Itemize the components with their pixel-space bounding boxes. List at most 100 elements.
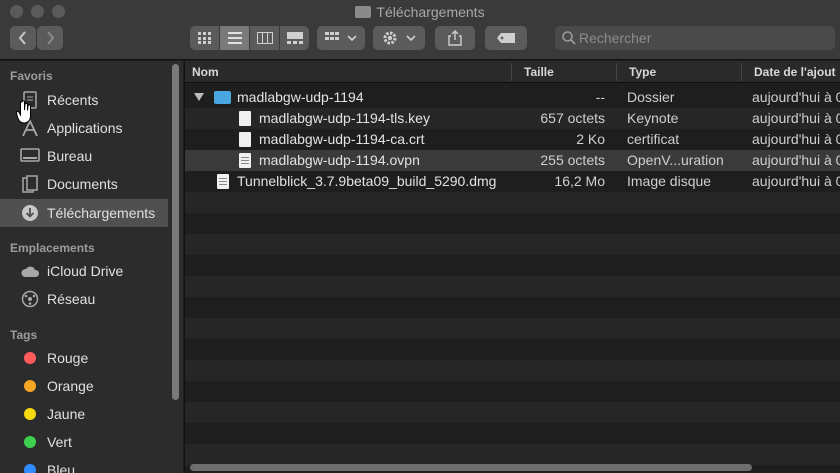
sidebar-item-label: Bureau bbox=[47, 148, 93, 164]
column-header-name[interactable]: Nom bbox=[192, 65, 219, 79]
file-row[interactable]: madlabgw-udp-1194-tls.key 657 octets Key… bbox=[185, 108, 840, 129]
sidebar-item-downloads[interactable]: Téléchargements bbox=[0, 199, 168, 227]
file-kind: Image disque bbox=[627, 173, 712, 189]
sidebar-item-label: Applications bbox=[47, 120, 123, 136]
chevron-left-icon bbox=[18, 31, 26, 45]
document-icon bbox=[239, 110, 251, 126]
file-name: Tunnelblick_3.7.9beta09_build_5290.dmg bbox=[237, 173, 497, 189]
sidebar-scrollbar[interactable] bbox=[172, 64, 179, 400]
file-row[interactable]: madlabgw-udp-1194-ca.crt 2 Ko certificat… bbox=[185, 129, 840, 150]
chevron-down-icon bbox=[347, 35, 357, 42]
list-header: Nom Taille Type Date de l'ajout bbox=[185, 61, 840, 83]
file-size: 657 octets bbox=[540, 110, 605, 126]
sidebar-item-label: Jaune bbox=[47, 406, 86, 422]
sidebar-item-tag-green[interactable]: Vert bbox=[0, 428, 168, 456]
blue-tag-dot bbox=[19, 460, 41, 473]
sidebar-item-documents[interactable]: Documents bbox=[0, 170, 168, 198]
file-name: madlabgw-udp-1194-ca.crt bbox=[259, 131, 425, 147]
gear-icon bbox=[383, 31, 397, 45]
green-tag-dot bbox=[19, 432, 41, 452]
group-by-button[interactable] bbox=[317, 26, 365, 50]
sidebar-item-tag-yellow[interactable]: Jaune bbox=[0, 400, 168, 428]
yellow-tag-dot bbox=[19, 404, 41, 424]
column-view-button[interactable] bbox=[250, 26, 279, 50]
file-name: madlabgw-udp-1194 bbox=[237, 89, 364, 105]
file-list: Nom Taille Type Date de l'ajout madlabgw… bbox=[184, 61, 840, 473]
gallery-view-button[interactable] bbox=[280, 26, 309, 50]
chevron-right-icon bbox=[47, 31, 55, 45]
empty-row bbox=[185, 276, 840, 297]
back-button[interactable] bbox=[10, 26, 36, 50]
red-tag-dot bbox=[19, 348, 41, 368]
search-field[interactable] bbox=[555, 26, 835, 50]
column-header-date[interactable]: Date de l'ajout bbox=[754, 65, 836, 79]
sidebar-item-label: Documents bbox=[47, 176, 118, 192]
empty-row bbox=[185, 360, 840, 381]
downloads-icon bbox=[19, 203, 41, 223]
documents-icon bbox=[19, 174, 41, 194]
column-divider[interactable] bbox=[741, 63, 742, 81]
column-divider[interactable] bbox=[511, 63, 512, 81]
sidebar-item-icloud-drive[interactable]: iCloud Drive bbox=[0, 257, 168, 285]
column-header-size[interactable]: Taille bbox=[524, 65, 554, 79]
share-icon bbox=[448, 30, 462, 46]
file-row-selected[interactable]: madlabgw-udp-1194.ovpn 255 octets OpenV.… bbox=[185, 150, 840, 171]
document-icon bbox=[239, 131, 251, 147]
hand-cursor-icon bbox=[16, 100, 31, 124]
sidebar-item-label: Orange bbox=[47, 378, 94, 394]
columns-icon bbox=[256, 32, 273, 44]
action-menu-button[interactable] bbox=[373, 26, 425, 50]
chevron-down-icon bbox=[406, 35, 416, 42]
window-title-text: Téléchargements bbox=[376, 4, 485, 20]
empty-row bbox=[185, 234, 840, 255]
empty-row bbox=[185, 402, 840, 423]
column-divider[interactable] bbox=[616, 63, 617, 81]
forward-button[interactable] bbox=[37, 26, 63, 50]
disclosure-triangle-icon[interactable] bbox=[194, 93, 204, 101]
column-header-kind[interactable]: Type bbox=[629, 65, 656, 79]
file-size: 16,2 Mo bbox=[554, 173, 605, 189]
locations-heading: Emplacements bbox=[10, 241, 95, 255]
config-file-icon bbox=[239, 152, 251, 168]
gallery-icon bbox=[286, 32, 303, 44]
file-row-folder[interactable]: madlabgw-udp-1194 -- Dossier aujourd'hui… bbox=[185, 87, 840, 108]
horizontal-scrollbar[interactable] bbox=[190, 464, 752, 471]
sidebar-item-network[interactable]: Réseau bbox=[0, 285, 168, 313]
file-date: aujourd'hui à 0 bbox=[752, 131, 840, 147]
file-date: aujourd'hui à 0 bbox=[752, 173, 840, 189]
grid-icon bbox=[197, 32, 211, 44]
file-kind: OpenV...uration bbox=[627, 152, 724, 168]
sidebar-item-desktop[interactable]: Bureau bbox=[0, 142, 168, 170]
sidebar-item-label: Récents bbox=[47, 92, 99, 108]
folder-icon bbox=[214, 90, 231, 104]
sidebar-item-tag-orange[interactable]: Orange bbox=[0, 372, 168, 400]
tag-button[interactable] bbox=[485, 26, 527, 50]
empty-row bbox=[185, 318, 840, 339]
list-view-button[interactable] bbox=[220, 26, 249, 50]
sidebar-item-label: Vert bbox=[47, 434, 72, 450]
file-kind: Dossier bbox=[627, 89, 675, 105]
file-kind: certificat bbox=[627, 131, 680, 147]
file-size: -- bbox=[595, 89, 605, 105]
tags-heading: Tags bbox=[10, 328, 38, 342]
sidebar-item-label: iCloud Drive bbox=[47, 263, 124, 279]
file-name: madlabgw-udp-1194.ovpn bbox=[259, 152, 420, 168]
window-title: Téléchargements bbox=[0, 4, 840, 20]
toolbar: Téléchargements bbox=[0, 0, 840, 60]
list-icon bbox=[227, 32, 242, 44]
desktop-icon bbox=[19, 146, 41, 166]
group-grid-icon bbox=[325, 32, 339, 40]
network-icon bbox=[19, 289, 41, 309]
search-icon bbox=[562, 31, 576, 45]
file-row[interactable]: Tunnelblick_3.7.9beta09_build_5290.dmg 1… bbox=[185, 171, 840, 192]
sidebar-item-tag-red[interactable]: Rouge bbox=[0, 344, 168, 372]
file-name: madlabgw-udp-1194-tls.key bbox=[259, 110, 430, 126]
icon-view-button[interactable] bbox=[190, 26, 219, 50]
search-input[interactable] bbox=[579, 29, 819, 47]
sidebar-item-label: Téléchargements bbox=[47, 205, 156, 221]
sidebar-item-tag-blue[interactable]: Bleu bbox=[0, 456, 168, 473]
share-button[interactable] bbox=[435, 26, 475, 50]
file-date: aujourd'hui à 0 bbox=[752, 152, 840, 168]
file-size: 255 octets bbox=[540, 152, 605, 168]
sidebar-item-label: Bleu bbox=[47, 462, 76, 473]
